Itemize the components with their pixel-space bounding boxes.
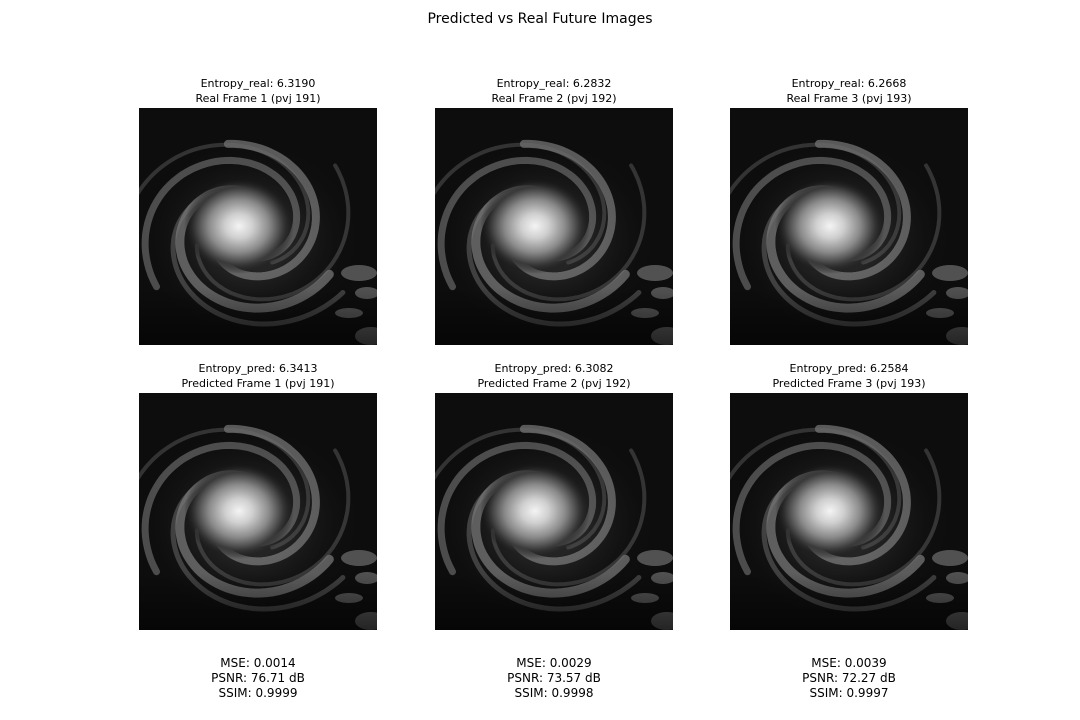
real-frame-2-entropy: Entropy_real: 6.2832 [496,77,612,90]
predicted-frame-1-image [139,393,377,630]
real-frame-1-entropy: Entropy_real: 6.3190 [200,77,316,90]
predicted-frame-2-image [435,393,673,630]
predicted-frame-1-label: Predicted Frame 1 (pvj 191) [181,376,335,390]
ssim-value: SSIM: 0.9999 [218,686,298,700]
predicted-frame-1-title: Entropy_pred: 6.3413 Predicted Frame 1 (… [108,362,408,391]
mse-value: MSE: 0.0029 [516,656,592,670]
real-frame-2-title: Entropy_real: 6.2832 Real Frame 2 (pvj 1… [404,77,704,106]
metrics-frame-2: MSE: 0.0029 PSNR: 73.57 dB SSIM: 0.9998 [404,656,704,701]
psnr-value: PSNR: 72.27 dB [802,671,896,685]
real-frame-1-title: Entropy_real: 6.3190 Real Frame 1 (pvj 1… [108,77,408,106]
predicted-frame-1-entropy: Entropy_pred: 6.3413 [198,362,318,375]
hurricane-satellite-image [435,108,673,345]
predicted-frame-2-title: Entropy_pred: 6.3082 Predicted Frame 2 (… [404,362,704,391]
ssim-value: SSIM: 0.9998 [514,686,594,700]
hurricane-satellite-image [730,108,968,345]
real-frame-2-image [435,108,673,345]
predicted-frame-2-label: Predicted Frame 2 (pvj 192) [477,376,631,390]
predicted-frame-2-entropy: Entropy_pred: 6.3082 [494,362,614,375]
hurricane-satellite-image [139,393,377,630]
mse-value: MSE: 0.0014 [220,656,296,670]
mse-value: MSE: 0.0039 [811,656,887,670]
metrics-frame-3: MSE: 0.0039 PSNR: 72.27 dB SSIM: 0.9997 [699,656,999,701]
real-frame-1-label: Real Frame 1 (pvj 191) [195,91,321,105]
real-frame-3-entropy: Entropy_real: 6.2668 [791,77,907,90]
ssim-value: SSIM: 0.9997 [809,686,889,700]
predicted-frame-3-label: Predicted Frame 3 (pvj 193) [772,376,926,390]
hurricane-satellite-image [730,393,968,630]
real-frame-3-title: Entropy_real: 6.2668 Real Frame 3 (pvj 1… [699,77,999,106]
real-frame-2-label: Real Frame 2 (pvj 192) [491,91,617,105]
real-frame-1-image [139,108,377,345]
hurricane-satellite-image [435,393,673,630]
psnr-value: PSNR: 73.57 dB [507,671,601,685]
real-frame-3-label: Real Frame 3 (pvj 193) [786,91,912,105]
predicted-frame-3-title: Entropy_pred: 6.2584 Predicted Frame 3 (… [699,362,999,391]
hurricane-satellite-image [139,108,377,345]
figure-title: Predicted vs Real Future Images [427,11,653,27]
predicted-frame-3-image [730,393,968,630]
psnr-value: PSNR: 76.71 dB [211,671,305,685]
predicted-frame-3-entropy: Entropy_pred: 6.2584 [789,362,909,375]
metrics-frame-1: MSE: 0.0014 PSNR: 76.71 dB SSIM: 0.9999 [108,656,408,701]
real-frame-3-image [730,108,968,345]
